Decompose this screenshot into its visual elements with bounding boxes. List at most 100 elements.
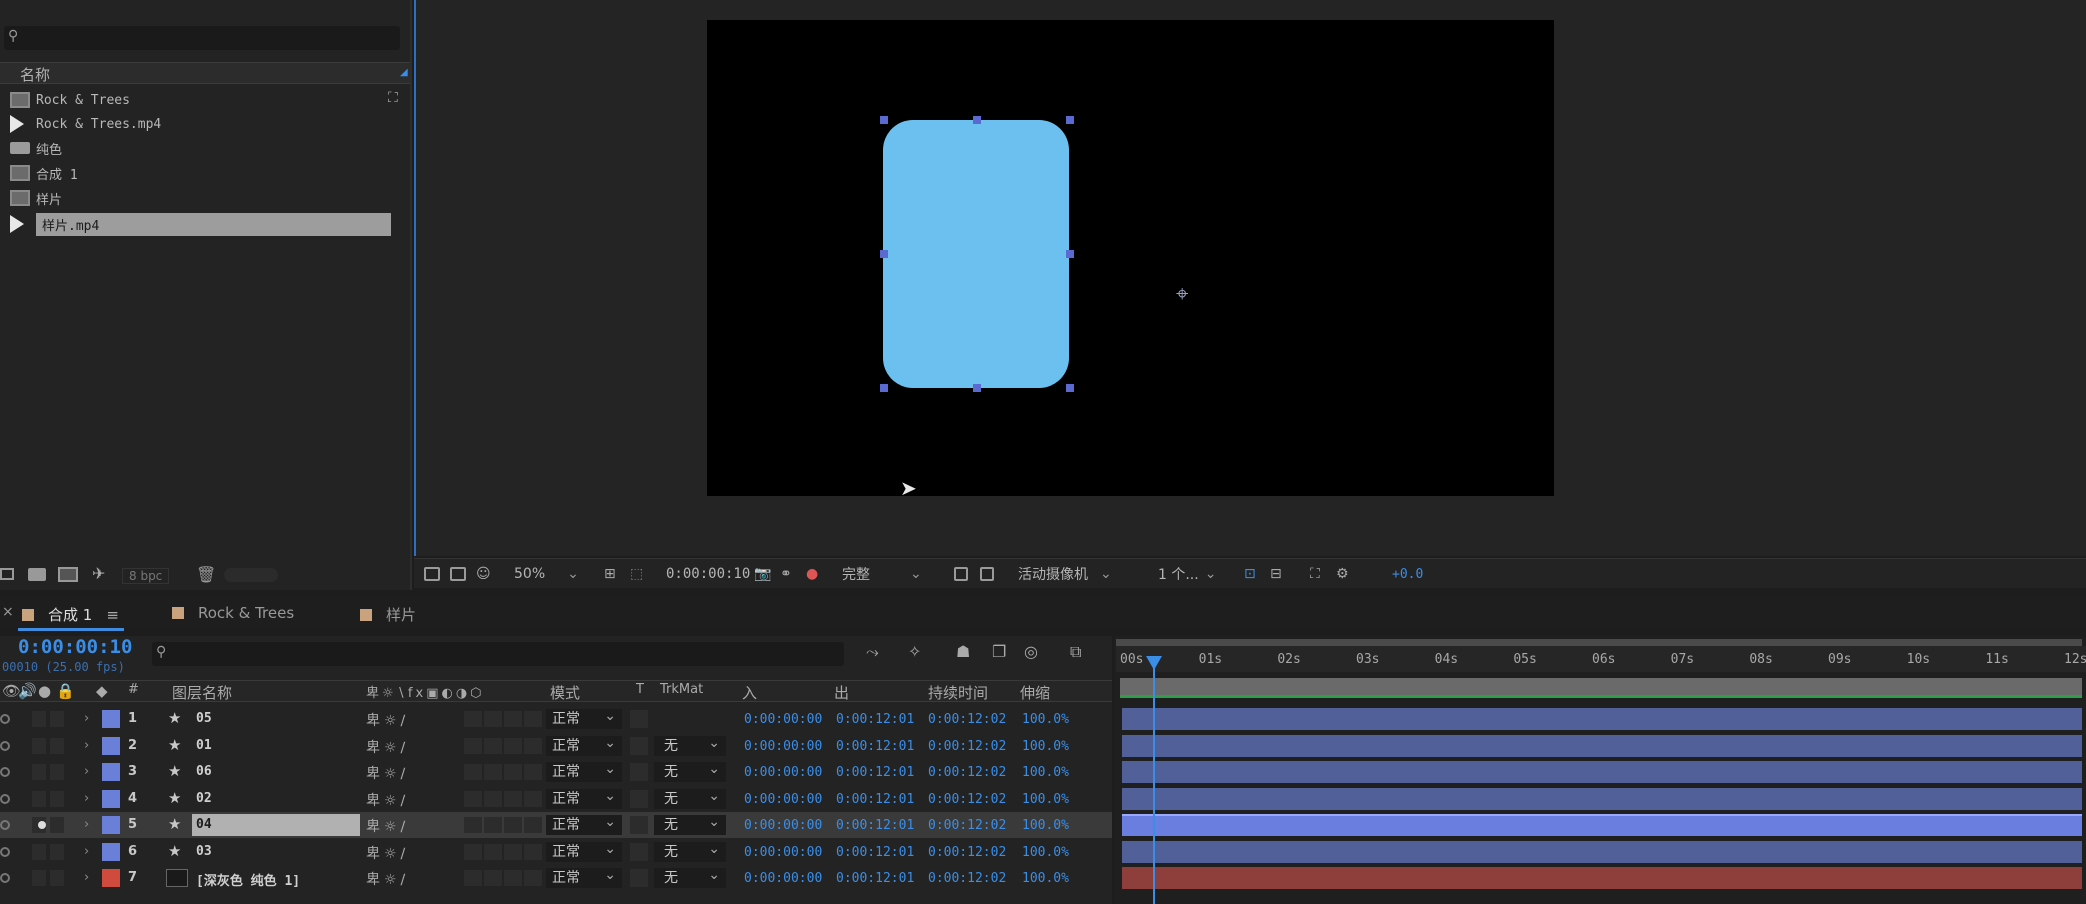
- eye-icon[interactable]: [0, 846, 10, 857]
- in-point[interactable]: 0:00:00:00: [744, 712, 822, 727]
- tab-rock-trees[interactable]: Rock & Trees: [172, 604, 294, 622]
- duration[interactable]: 0:00:12:02: [928, 792, 1006, 807]
- layer-name[interactable]: [深灰色 纯色 1]: [196, 870, 300, 889]
- show-snapshot-icon[interactable]: ⚭: [780, 564, 792, 584]
- layer-row[interactable]: › 5 ★ 04 卑☼∕ 正常 无 0:00:00:00 0:00:12:01 0:00:12:0…: [0, 812, 1112, 838]
- always-preview-icon[interactable]: [424, 564, 440, 584]
- out-point[interactable]: 0:00:12:01: [836, 845, 914, 860]
- out-point[interactable]: 0:00:12:01: [836, 712, 914, 727]
- label-color-swatch[interactable]: [102, 842, 120, 861]
- graph-editor-icon[interactable]: ⧉: [1070, 642, 1081, 662]
- preserve-transparency-toggle[interactable]: [630, 736, 648, 755]
- delete-icon[interactable]: 🗑: [196, 565, 216, 584]
- playhead-handle[interactable]: [1146, 656, 1162, 670]
- stretch[interactable]: 100.0%: [1022, 818, 1069, 833]
- comp-mini-flowchart-icon[interactable]: ⤳: [866, 642, 879, 662]
- in-point[interactable]: 0:00:00:00: [744, 765, 822, 780]
- layer-switches[interactable]: 卑☼∕: [366, 710, 409, 730]
- audio-toggle[interactable]: [32, 790, 46, 807]
- transform-handle[interactable]: [973, 116, 981, 124]
- duration[interactable]: 0:00:12:02: [928, 845, 1006, 860]
- anchor-point-icon[interactable]: ⌖: [1176, 282, 1188, 307]
- layer-switches[interactable]: 卑☼∕: [366, 737, 409, 757]
- layer-switch-cells[interactable]: [464, 790, 542, 807]
- trkmat-select[interactable]: 无: [654, 759, 726, 782]
- expand-chevron-icon[interactable]: ›: [84, 764, 89, 779]
- audio-toggle[interactable]: [32, 870, 46, 886]
- audio-toggle[interactable]: [32, 764, 46, 780]
- project-item[interactable]: Rock & Trees.mp4: [0, 112, 410, 136]
- trkmat-select[interactable]: 无: [654, 786, 726, 809]
- tab-sample[interactable]: 样片: [360, 604, 416, 625]
- audio-toggle[interactable]: [32, 737, 46, 754]
- layer-switch-cells[interactable]: [464, 843, 542, 860]
- expand-chevron-icon[interactable]: ›: [84, 711, 89, 726]
- viewer-timecode[interactable]: 0:00:00:10: [666, 564, 750, 584]
- layer-name[interactable]: 04: [192, 814, 360, 836]
- layer-name[interactable]: 01: [196, 738, 212, 753]
- tab-comp-1[interactable]: 合成 1 ≡: [22, 604, 119, 625]
- project-item[interactable]: 样片: [0, 186, 410, 210]
- zoom-select[interactable]: 50% ⌄: [514, 564, 592, 584]
- duration[interactable]: 0:00:12:02: [928, 818, 1006, 833]
- audio-column-icon[interactable]: 🔊: [18, 682, 37, 700]
- grid-guides-icon[interactable]: ⊞: [604, 564, 616, 584]
- solo-toggle[interactable]: [50, 764, 64, 780]
- timeline-timecode[interactable]: 0:00:00:10: [18, 636, 132, 658]
- flowchart-icon[interactable]: ⛶: [1310, 564, 1320, 584]
- eye-icon[interactable]: [0, 793, 10, 804]
- layer-switch-cells[interactable]: [464, 817, 542, 833]
- layer-switches[interactable]: 卑☼∕: [366, 763, 409, 783]
- eye-icon[interactable]: [0, 820, 10, 830]
- project-item[interactable]: 合成 1: [0, 161, 410, 185]
- eye-icon[interactable]: [0, 714, 10, 724]
- label-color-swatch[interactable]: [102, 736, 120, 755]
- hide-shy-layers-icon[interactable]: ☗: [956, 642, 970, 661]
- layer-duration-bar[interactable]: [1122, 708, 2082, 730]
- layer-name[interactable]: 05: [196, 711, 212, 726]
- expand-chevron-icon[interactable]: ›: [84, 844, 89, 859]
- expand-chevron-icon[interactable]: ›: [84, 738, 89, 753]
- layer-row[interactable]: › 3 ★ 06 卑☼∕ 正常 无 0:00:00:00 0:00:12:01 0:00:12:0…: [0, 759, 1112, 785]
- fast-previews-icon[interactable]: [954, 564, 968, 584]
- lock-column-icon[interactable]: 🔒: [56, 682, 75, 700]
- blend-mode-select[interactable]: 正常: [546, 786, 622, 809]
- solo-toggle[interactable]: [50, 737, 64, 754]
- reset-exposure-icon[interactable]: ⊟: [1270, 564, 1282, 584]
- duration[interactable]: 0:00:12:02: [928, 765, 1006, 780]
- transform-handle[interactable]: [973, 384, 981, 392]
- in-point[interactable]: 0:00:00:00: [744, 845, 822, 860]
- audio-toggle[interactable]: [32, 711, 46, 727]
- label-color-swatch[interactable]: [102, 869, 120, 887]
- expand-chevron-icon[interactable]: ›: [84, 791, 89, 806]
- preserve-transparency-toggle[interactable]: [630, 763, 648, 781]
- project-search-input[interactable]: ⚲: [4, 26, 400, 50]
- expand-chevron-icon[interactable]: ›: [84, 817, 89, 832]
- close-icon[interactable]: ×: [2, 604, 14, 620]
- current-time-indicator[interactable]: [1153, 656, 1155, 904]
- camera-select[interactable]: 活动摄像机 ⌄: [1018, 564, 1128, 584]
- project-item[interactable]: Rock & Trees: [0, 88, 410, 112]
- layer-duration-bar[interactable]: [1122, 734, 2082, 757]
- frame-blending-icon[interactable]: ❐: [992, 642, 1006, 661]
- monitor-icon[interactable]: [450, 564, 466, 584]
- motion-blur-icon[interactable]: ◎: [1024, 642, 1038, 661]
- label-color-swatch[interactable]: [102, 763, 120, 781]
- solo-toggle[interactable]: [50, 843, 64, 860]
- snapshot-icon[interactable]: 📷: [754, 564, 771, 584]
- rounded-rectangle-layer[interactable]: [883, 120, 1069, 388]
- layer-duration-bar[interactable]: [1122, 814, 2082, 836]
- stretch[interactable]: 100.0%: [1022, 792, 1069, 807]
- new-folder-icon[interactable]: [28, 568, 46, 581]
- interpret-footage-icon[interactable]: [0, 568, 14, 580]
- views-select[interactable]: 1 个... ⌄: [1158, 564, 1238, 584]
- in-point[interactable]: 0:00:00:00: [744, 871, 822, 886]
- project-item[interactable]: 纯色: [0, 136, 410, 160]
- duration[interactable]: 0:00:12:02: [928, 739, 1006, 754]
- out-point[interactable]: 0:00:12:01: [836, 818, 914, 833]
- layer-row[interactable]: › 6 ★ 03 卑☼∕ 正常 无 0:00:00:00 0:00:12:01 0:00:12:0…: [0, 839, 1112, 865]
- project-item[interactable]: 样片.mp4: [0, 212, 410, 236]
- color-channels-icon[interactable]: ●: [806, 564, 818, 584]
- toggle-pixel-aspect-icon[interactable]: ⊡: [1244, 564, 1256, 584]
- solo-toggle[interactable]: [50, 817, 64, 833]
